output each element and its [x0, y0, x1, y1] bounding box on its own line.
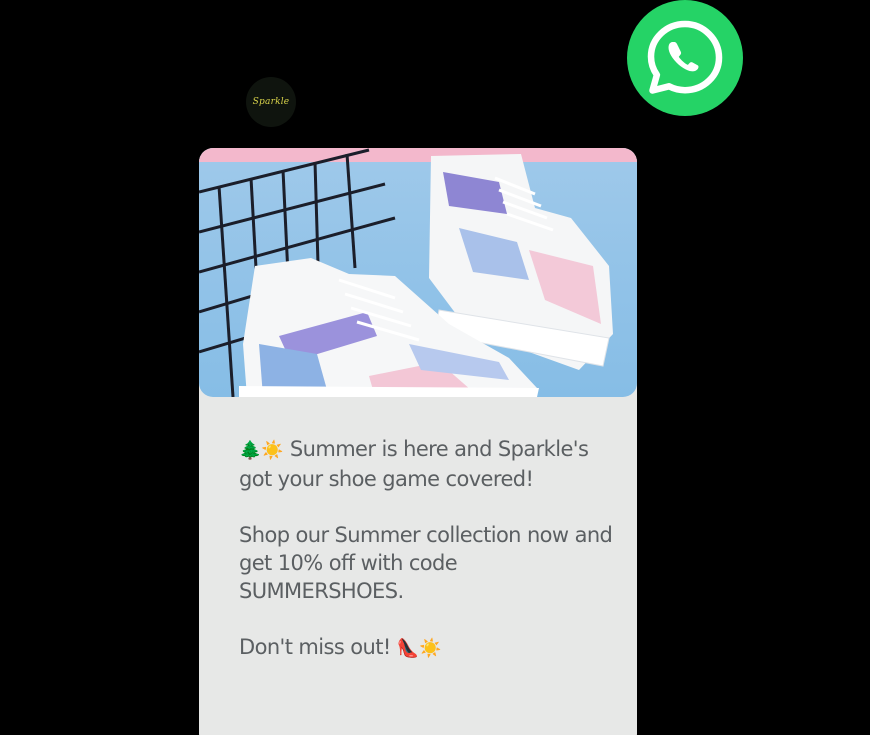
sneakers-photo[interactable] — [199, 148, 637, 397]
message-paragraph-3: Don't miss out! 👠☀️ — [239, 633, 614, 663]
whatsapp-icon — [627, 0, 743, 116]
avatar[interactable]: Sparkle — [246, 77, 296, 127]
paragraph-3-text: Don't miss out! — [239, 635, 391, 659]
message-paragraph-1: 🌲☀️ Summer is here and Sparkle's got you… — [239, 435, 614, 493]
tree-sun-emoji: 🌲☀️ — [239, 440, 284, 461]
message-text: 🌲☀️ Summer is here and Sparkle's got you… — [239, 435, 614, 663]
message-paragraph-2: Shop our Summer collection now and get 1… — [239, 523, 613, 603]
message-bubble: 🌲☀️ Summer is here and Sparkle's got you… — [199, 148, 637, 735]
paragraph-1-text: Summer is here and Sparkle's got your sh… — [239, 437, 589, 491]
brand-logo-text: Sparkle — [252, 97, 290, 107]
chat-canvas: Sparkle 🌲☀️ Summer is here and Sparkle's… — [0, 0, 870, 735]
heel-sun-emoji: 👠☀️ — [396, 638, 442, 659]
